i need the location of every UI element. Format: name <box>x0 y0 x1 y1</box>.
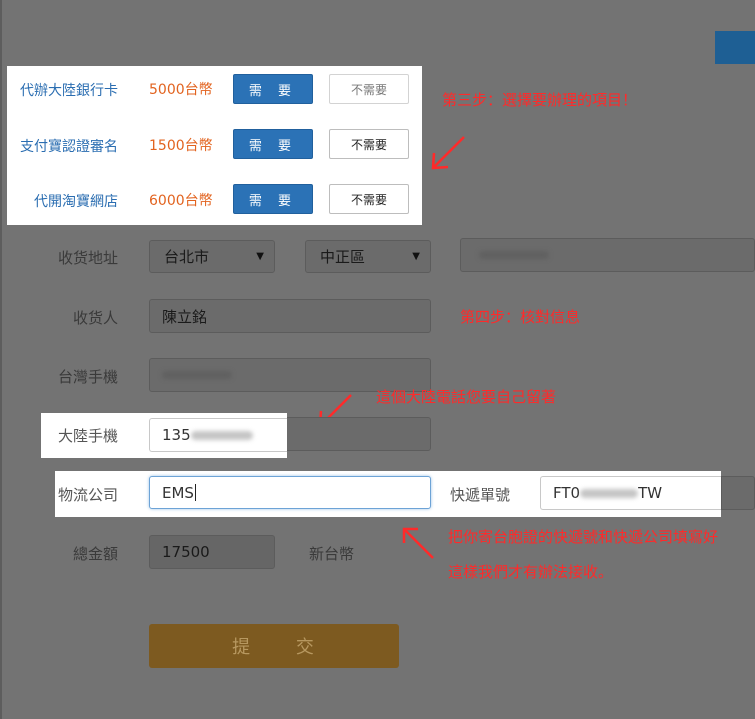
total-unit: 新台幣 <box>309 545 355 563</box>
total-label: 總金額 <box>72 545 118 563</box>
district-value: 中正區 <box>320 248 366 266</box>
arrow-tracking-note <box>402 527 434 559</box>
chevron-down-icon: ▼ <box>412 251 420 262</box>
need-button-taobao[interactable]: 需 要 <box>233 184 313 214</box>
service-price-taobao: 6000台幣 <box>149 193 213 209</box>
service-price-bank-card: 5000台幣 <box>149 82 213 98</box>
cn-phone-value: 135 <box>162 426 191 444</box>
cn-phone-input-overlay <box>280 417 431 451</box>
need-button-alipay[interactable]: 需 要 <box>233 129 313 159</box>
service-label-bank-card: 代辦大陸銀行卡 <box>20 83 118 99</box>
top-right-button[interactable] <box>715 31 755 64</box>
tracking-prefix: FT0 <box>553 484 581 502</box>
no-need-button-bank-card[interactable]: 不需要 <box>329 74 409 104</box>
cn-phone-input[interactable]: 135 <box>149 418 287 452</box>
tracking-label: 快遞單號 <box>449 486 510 504</box>
submit-button[interactable]: 提 交 <box>149 624 399 668</box>
text-cursor <box>194 484 196 501</box>
district-select[interactable]: 中正區 ▼ <box>305 240 431 273</box>
annotation-phone-note: 這個大陸電話您要自己留著 <box>376 388 557 406</box>
recipient-input[interactable]: 陳立銘 <box>149 299 431 333</box>
tw-phone-label: 台灣手機 <box>57 368 118 386</box>
blurred-address <box>479 251 549 259</box>
annotation-step3: 第三步：選擇要辦理的項目！ <box>442 91 638 109</box>
tracking-input[interactable]: FT0 TW <box>540 476 721 510</box>
chevron-down-icon: ▼ <box>256 251 264 262</box>
cn-phone-label: 大陸手機 <box>57 427 118 445</box>
tracking-suffix: TW <box>638 484 663 502</box>
no-need-button-alipay[interactable]: 不需要 <box>329 129 409 159</box>
recipient-value: 陳立銘 <box>162 307 208 326</box>
annotation-step4: 第四步：核對信息 <box>460 308 581 326</box>
annotation-tracking-note-1: 把你寄台胞證的快遞號和快遞公司填寫好 <box>448 528 719 546</box>
blurred-cn-phone <box>190 430 253 440</box>
no-need-button-taobao[interactable]: 不需要 <box>329 184 409 214</box>
city-value: 台北市 <box>164 248 210 266</box>
left-edge <box>0 0 2 719</box>
logistics-label: 物流公司 <box>57 486 118 504</box>
total-value: 17500 <box>162 543 210 561</box>
service-label-alipay: 支付寶認證審名 <box>20 139 118 155</box>
need-button-bank-card[interactable]: 需 要 <box>233 74 313 104</box>
city-select[interactable]: 台北市 ▼ <box>149 240 275 273</box>
service-price-alipay: 1500台幣 <box>149 138 213 154</box>
service-label-taobao: 代開淘寶網店 <box>34 194 118 210</box>
tracking-input-overflow <box>721 476 755 510</box>
blurred-tw-phone <box>162 371 232 379</box>
total-input: 17500 <box>149 535 275 569</box>
recipient-label: 收货人 <box>72 309 118 327</box>
blurred-tracking <box>580 488 639 498</box>
address-label: 收货地址 <box>57 249 118 267</box>
arrow-step3 <box>431 136 465 170</box>
logistics-value: EMS <box>162 483 194 502</box>
annotation-tracking-note-2: 這樣我們才有辦法接收。 <box>448 563 614 581</box>
logistics-input[interactable]: EMS <box>149 476 431 509</box>
address-detail-input[interactable] <box>460 238 755 272</box>
